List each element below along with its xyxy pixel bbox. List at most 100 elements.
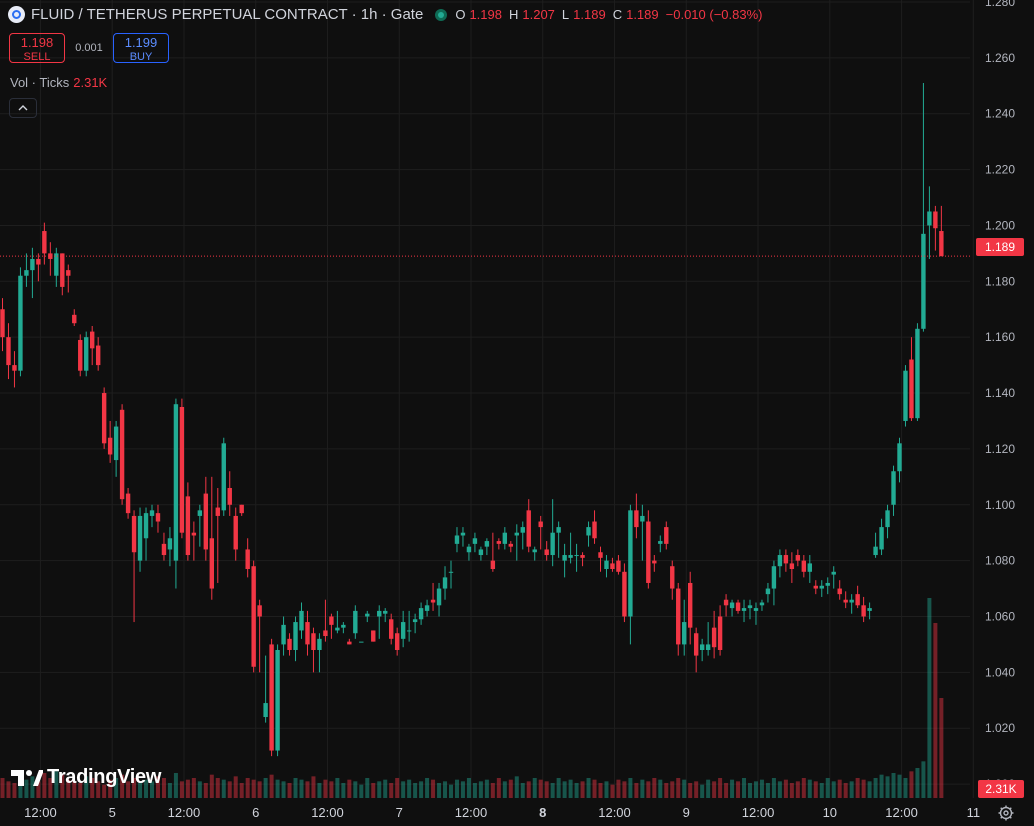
candle-body	[18, 275, 23, 371]
candle-body	[634, 510, 639, 528]
sell-label: SELL	[23, 51, 51, 63]
candle-body	[442, 577, 448, 589]
candle-body	[490, 560, 496, 569]
candle-body	[173, 404, 179, 561]
candle-body	[149, 510, 155, 516]
candle-body	[448, 571, 454, 573]
spread-value: 0.001	[75, 42, 103, 54]
candle-body	[113, 426, 119, 461]
volume-bar	[933, 623, 938, 798]
candle-body	[765, 588, 771, 595]
time-tick-label: 12:00	[598, 805, 631, 820]
buy-label: BUY	[129, 51, 153, 63]
time-tick-label: 12:00	[455, 805, 488, 820]
candle-body	[0, 309, 5, 338]
candle-body	[454, 535, 460, 544]
candle-body	[628, 510, 633, 617]
close-value: 1.189	[626, 7, 659, 22]
candle-body	[520, 527, 525, 533]
volume-bar	[574, 783, 579, 798]
candle-body	[568, 555, 573, 558]
volume-bar	[329, 781, 334, 798]
candles	[0, 83, 944, 757]
volume-bar	[532, 778, 537, 798]
candle-body	[717, 616, 723, 650]
candle-body	[394, 633, 400, 650]
candle-body	[371, 630, 376, 642]
volume-label: Vol · Ticks	[10, 75, 70, 90]
sell-button[interactable]: 1.198 SELL	[9, 33, 65, 63]
volume-bar	[837, 779, 842, 798]
volume-bar	[718, 778, 723, 798]
candle-body	[430, 599, 436, 603]
volume-bar	[191, 778, 196, 798]
candle-body	[693, 633, 699, 656]
price-tick-label: 1.180	[985, 274, 1015, 288]
volume-bar	[610, 784, 615, 798]
market-status-icon[interactable]	[435, 8, 448, 21]
volume-bar	[299, 779, 304, 798]
collapse-legend-button[interactable]	[9, 98, 37, 118]
volume-bar	[604, 781, 609, 798]
time-tick-label: 11	[967, 805, 981, 820]
chart-canvas[interactable]: 1.0001.0201.0401.0601.0801.1001.1201.140…	[0, 0, 1034, 826]
volume-bar	[598, 783, 603, 798]
tradingview-logo-text: TradingView	[47, 766, 162, 788]
candle-body	[550, 532, 555, 556]
candle-body	[753, 608, 759, 611]
volume-bar	[676, 778, 681, 798]
candle-body	[646, 521, 651, 583]
candle-body	[640, 515, 645, 522]
time-tick-label: 10	[823, 805, 837, 820]
volume-bar	[640, 779, 645, 798]
high-label: H	[508, 7, 519, 22]
volume-bar	[801, 778, 806, 798]
candle-body	[777, 555, 783, 567]
open-label: O	[455, 7, 466, 22]
candle-body	[60, 253, 65, 287]
volume-bar	[0, 778, 5, 798]
candle-body	[125, 493, 131, 514]
candle-body	[90, 331, 95, 349]
high-value: 1.207	[522, 7, 555, 22]
volume-bar	[460, 781, 465, 798]
volume-legend-value: 2.31K	[73, 75, 108, 90]
candle-body	[466, 546, 472, 553]
candle-body	[759, 602, 765, 606]
candle-body	[807, 563, 812, 572]
volume-bar	[347, 779, 352, 798]
candle-body	[897, 443, 902, 472]
volume-bar	[921, 761, 926, 798]
gear-icon[interactable]	[997, 804, 1015, 822]
time-tick-label: 12:00	[742, 805, 775, 820]
volume-bar	[203, 783, 208, 798]
candle-body	[263, 703, 268, 718]
time-tick-label: 7	[396, 805, 403, 820]
volume-bar	[724, 783, 729, 798]
candle-body	[203, 493, 209, 550]
volume-bar	[682, 779, 687, 798]
volume-bar	[670, 781, 675, 798]
symbol-title[interactable]: FLUID / TETHERUS PERPETUAL CONTRACT · 1h…	[31, 6, 423, 23]
volume-bar	[939, 698, 944, 798]
volume-bar	[777, 781, 782, 798]
buy-button[interactable]: 1.199 BUY	[113, 33, 169, 63]
candle-body	[682, 622, 687, 645]
volume-bar	[789, 783, 794, 798]
volume-bar	[538, 779, 543, 798]
candle-body	[155, 513, 161, 522]
volume-bar	[185, 779, 190, 798]
volume-legend[interactable]: Vol · Ticks 2.31K	[10, 75, 107, 90]
volume-bar	[263, 778, 268, 798]
volume-bar	[437, 783, 442, 798]
volume-bar	[903, 778, 908, 798]
volume-bar	[927, 598, 932, 798]
candle-body	[239, 504, 244, 514]
candle-body	[209, 538, 214, 589]
volume-bar	[371, 783, 376, 798]
tradingview-logo[interactable]: TradingView	[11, 766, 161, 789]
price-tick-label: 1.100	[985, 498, 1015, 512]
volume-bar	[634, 783, 639, 798]
volume-bar	[855, 778, 860, 798]
candle-body	[622, 571, 627, 617]
